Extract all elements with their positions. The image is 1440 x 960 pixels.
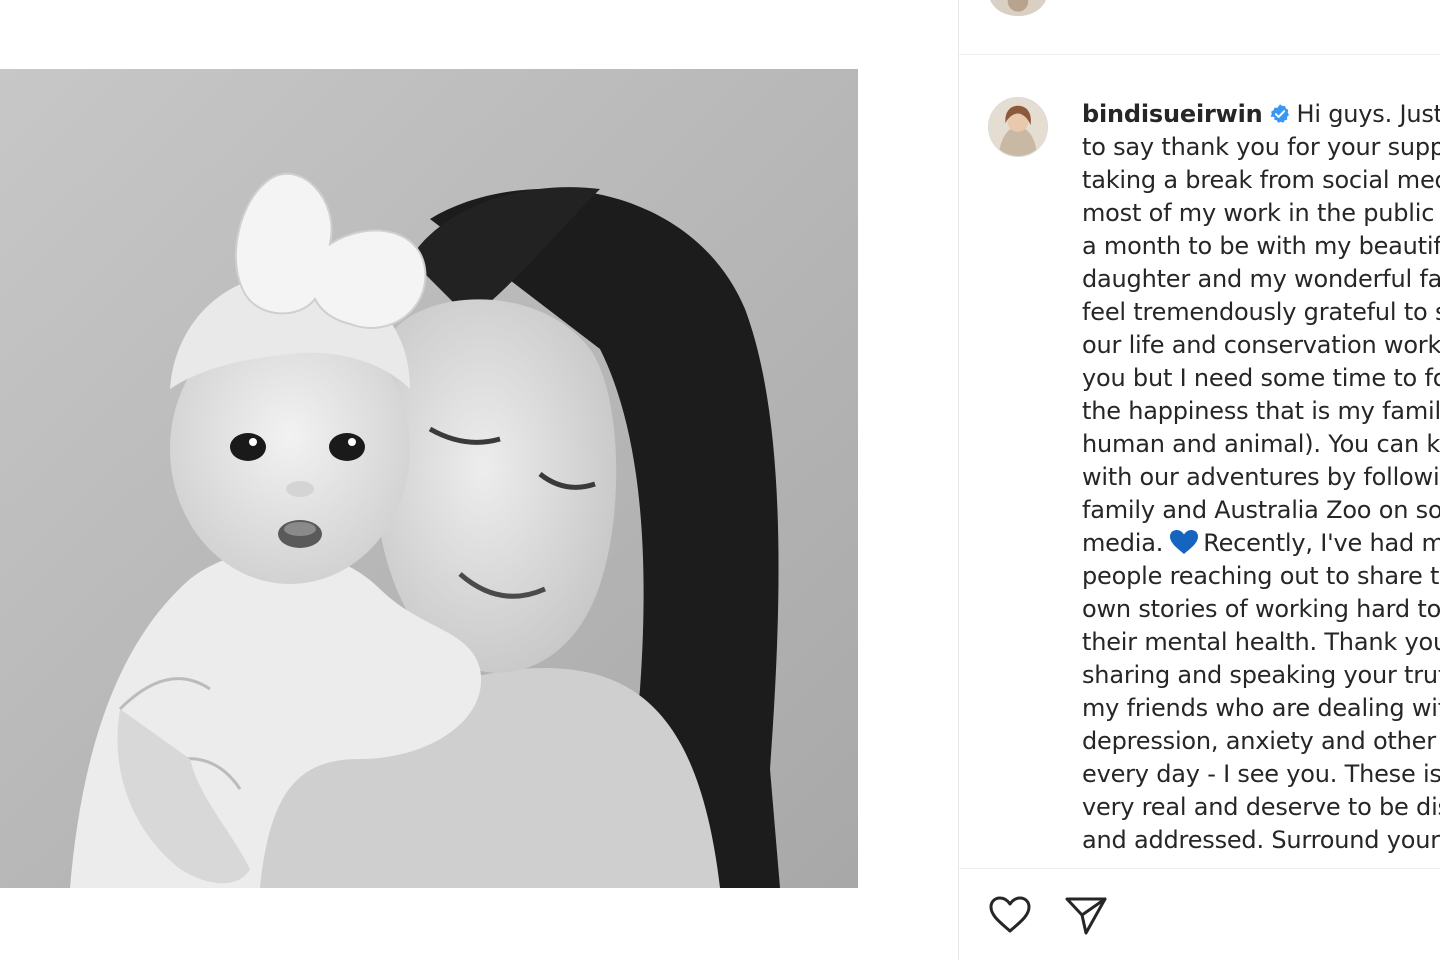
caption-line: family and Australia Zoo on soc bbox=[1082, 496, 1440, 524]
actions-divider bbox=[959, 868, 1440, 869]
photo-illustration bbox=[0, 69, 858, 888]
caption-line: own stories of working hard to bbox=[1082, 595, 1440, 623]
caption-line: the happiness that is my family bbox=[1082, 397, 1440, 425]
share-button[interactable] bbox=[1062, 891, 1110, 939]
caption-text: media. bbox=[1082, 529, 1164, 557]
caption-line: human and animal). You can ke bbox=[1082, 430, 1440, 458]
instagram-post-view: bindisueirwin Hi guys. Just a to say than… bbox=[0, 0, 1440, 960]
caption-line: most of my work in the public e bbox=[1082, 199, 1440, 227]
blue-heart-emoji-icon bbox=[1170, 530, 1199, 554]
caption-line: you but I need some time to fo bbox=[1082, 364, 1440, 392]
caption-line: taking a break from social med bbox=[1082, 166, 1440, 194]
header-avatar-image bbox=[996, 0, 1040, 16]
caption-line: feel tremendously grateful to sh bbox=[1082, 298, 1440, 326]
header-avatar[interactable] bbox=[989, 0, 1047, 16]
caption-line: with our adventures by followin bbox=[1082, 463, 1440, 491]
caption-line: media. Recently, I've had m bbox=[1082, 527, 1440, 560]
caption-line: people reaching out to share th bbox=[1082, 562, 1440, 590]
caption-line: and addressed. Surround yours bbox=[1082, 826, 1440, 854]
heart-outline-icon bbox=[989, 896, 1031, 933]
caption-line: a month to be with my beautifu bbox=[1082, 232, 1440, 260]
header-divider bbox=[959, 54, 1440, 55]
caption-line: daughter and my wonderful fam bbox=[1082, 265, 1440, 293]
post-side-panel: bindisueirwin Hi guys. Just a to say than… bbox=[959, 0, 1440, 960]
caption-line: very real and deserve to be disc bbox=[1082, 793, 1440, 821]
caption-line: our life and conservation work v bbox=[1082, 331, 1440, 359]
caption-line: depression, anxiety and other b bbox=[1082, 727, 1440, 755]
post-caption: bindisueirwin Hi guys. Just a to say than… bbox=[1082, 98, 1440, 868]
caption-text: Recently, I've had m bbox=[1203, 529, 1440, 557]
caption-line: sharing and speaking your truth bbox=[1082, 661, 1440, 689]
caption-line: every day - I see you. These issu bbox=[1082, 760, 1440, 788]
avatar[interactable] bbox=[988, 97, 1048, 157]
media-pane bbox=[0, 0, 958, 960]
caption-line: bindisueirwin Hi guys. Just a bbox=[1082, 98, 1440, 131]
caption-text: Hi guys. Just a bbox=[1296, 100, 1440, 128]
caption-line: to say thank you for your suppo bbox=[1082, 133, 1440, 161]
username-link[interactable]: bindisueirwin bbox=[1082, 100, 1263, 128]
caption-line: their mental health. Thank you bbox=[1082, 628, 1440, 656]
avatar-image bbox=[989, 98, 1047, 156]
like-button[interactable] bbox=[986, 891, 1034, 939]
post-photo[interactable] bbox=[0, 69, 858, 888]
caption-line: my friends who are dealing with bbox=[1082, 694, 1440, 722]
paper-plane-icon bbox=[1065, 897, 1107, 935]
verified-badge-icon bbox=[1269, 104, 1289, 123]
